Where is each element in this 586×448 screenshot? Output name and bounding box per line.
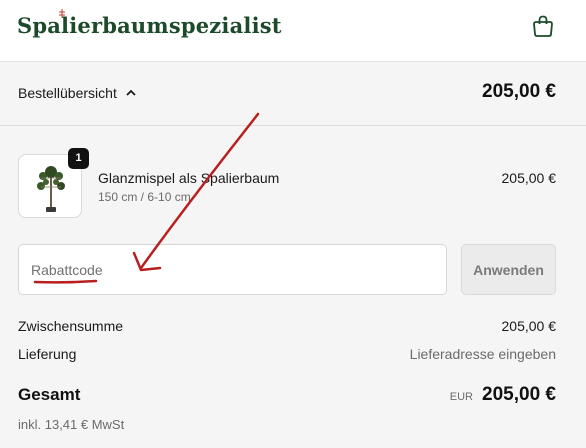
order-summary-panel: 1 Glanzmispel als Spalierbaum 150 cm / 6… xyxy=(0,126,586,448)
order-summary-total: 205,00 € xyxy=(482,81,556,102)
product-name: Glanzmispel als Spalierbaum xyxy=(98,170,280,186)
subtotal-value: 205,00 € xyxy=(501,318,557,334)
logo-trellis-icon xyxy=(59,9,65,18)
order-summary-toggle[interactable]: Bestellübersicht 205,00 € xyxy=(0,62,586,126)
site-header: Spalierbaumspezialist xyxy=(0,0,586,62)
apply-discount-button[interactable]: Anwenden xyxy=(461,244,556,295)
total-value: 205,00 € xyxy=(482,384,556,405)
product-variant: 150 cm / 6-10 cm xyxy=(98,190,191,204)
logo[interactable]: Spalierbaumspezialist xyxy=(17,13,282,38)
shipping-label: Lieferung xyxy=(18,346,77,362)
currency-code: EUR xyxy=(449,391,473,403)
shipping-value: Lieferadresse eingeben xyxy=(409,346,556,362)
subtotal-label: Zwischensumme xyxy=(18,318,124,334)
order-summary-label: Bestellübersicht xyxy=(18,85,117,101)
chevron-up-icon xyxy=(126,89,136,96)
quantity-badge: 1 xyxy=(68,148,89,169)
discount-code-input[interactable] xyxy=(18,244,447,295)
shopping-bag-icon[interactable] xyxy=(532,14,554,38)
total-label: Gesamt xyxy=(18,385,81,404)
tax-note: inkl. 13,41 € MwSt xyxy=(18,417,125,432)
product-price: 205,00 € xyxy=(501,170,557,186)
